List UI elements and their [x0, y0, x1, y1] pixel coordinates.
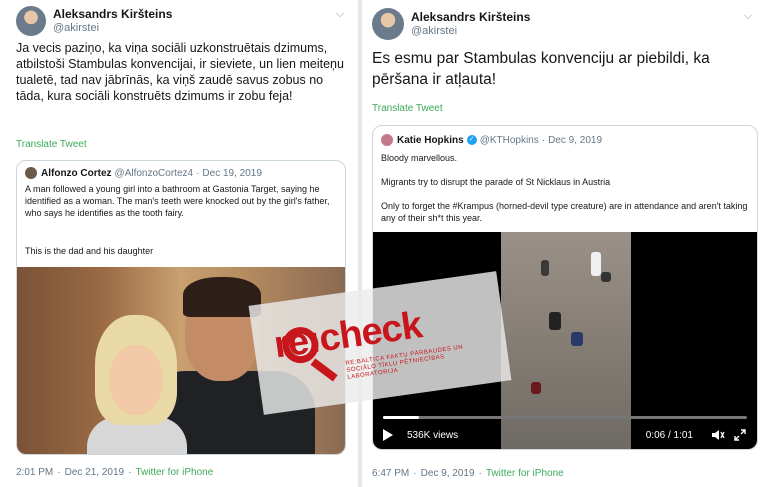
author-name[interactable]: Aleksandrs Kiršteins: [53, 7, 172, 21]
tweet-text: Es esmu par Stambulas konvenciju ar pieb…: [372, 50, 710, 88]
fullscreen-icon[interactable]: [733, 428, 747, 442]
left-tweet: Aleksandrs Kiršteins @akirstei ⌵ Ja veci…: [0, 0, 358, 487]
quoted-line-2: Migrants try to disrupt the parade of St…: [381, 177, 611, 187]
video-time: 0:06 / 1:01: [645, 429, 693, 441]
quoted-text-2: This is the dad and his daughter: [25, 246, 154, 256]
tweet-header: Aleksandrs Kiršteins @akirstei: [16, 6, 172, 36]
video-progress-bar[interactable]: [383, 416, 747, 419]
quoted-author-name: Katie Hopkins: [397, 134, 464, 146]
tweet-source[interactable]: Twitter for iPhone: [486, 468, 564, 479]
quoted-text: A man followed a young girl into a bathr…: [25, 184, 330, 218]
avatar[interactable]: [16, 6, 46, 36]
quoted-author-handle: @AlfonzoCortez4: [114, 167, 194, 179]
screenshot-canvas: Aleksandrs Kiršteins @akirstei ⌵ Ja veci…: [0, 0, 768, 487]
quoted-date: Dec 9, 2019: [548, 134, 603, 146]
quoted-avatar: [381, 134, 393, 146]
tweet-footer: 6:47 PM · Dec 9, 2019 · Twitter for iPhone: [372, 468, 564, 479]
quoted-line-1: Bloody marvellous.: [381, 153, 458, 163]
quoted-avatar: [25, 167, 37, 179]
tweet-text: Ja vecis paziņo, ka viņa sociāli uzkonst…: [16, 41, 344, 103]
tweet-footer: 2:01 PM · Dec 21, 2019 · Twitter for iPhone: [16, 467, 214, 478]
play-icon[interactable]: [383, 429, 393, 441]
translate-tweet-link[interactable]: Translate Tweet: [372, 103, 443, 114]
tweet-date[interactable]: Dec 21, 2019: [65, 467, 125, 478]
chevron-down-icon[interactable]: ⌵: [744, 10, 752, 23]
translate-tweet-link[interactable]: Translate Tweet: [16, 139, 87, 150]
video-views: 536K views: [407, 429, 459, 441]
volume-icon[interactable]: [711, 428, 725, 442]
right-tweet: Aleksandrs Kiršteins @akirstei ⌵ Es esmu…: [362, 0, 768, 487]
author-handle[interactable]: @akirstei: [411, 24, 530, 38]
tweet-time[interactable]: 6:47 PM: [372, 468, 409, 479]
author-name[interactable]: Aleksandrs Kiršteins: [411, 10, 530, 24]
quoted-author-handle: @KTHopkins: [479, 134, 539, 146]
author-handle[interactable]: @akirstei: [53, 21, 172, 35]
verified-badge-icon: ✓: [466, 135, 477, 145]
video-controls: 536K views 0:06 / 1:01: [383, 427, 747, 443]
tweet-source[interactable]: Twitter for iPhone: [135, 467, 213, 478]
tweet-time[interactable]: 2:01 PM: [16, 467, 53, 478]
tweet-header: Aleksandrs Kiršteins @akirstei: [372, 8, 530, 40]
quoted-author-name: Alfonzo Cortez: [41, 167, 112, 179]
video-progress-fill: [383, 416, 420, 419]
quoted-line-3: Only to forget the #Krampus (horned-devi…: [381, 201, 748, 223]
tweet-date[interactable]: Dec 9, 2019: [421, 468, 475, 479]
chevron-down-icon[interactable]: ⌵: [336, 8, 344, 21]
avatar[interactable]: [372, 8, 404, 40]
quoted-date: Dec 19, 2019: [202, 167, 262, 179]
